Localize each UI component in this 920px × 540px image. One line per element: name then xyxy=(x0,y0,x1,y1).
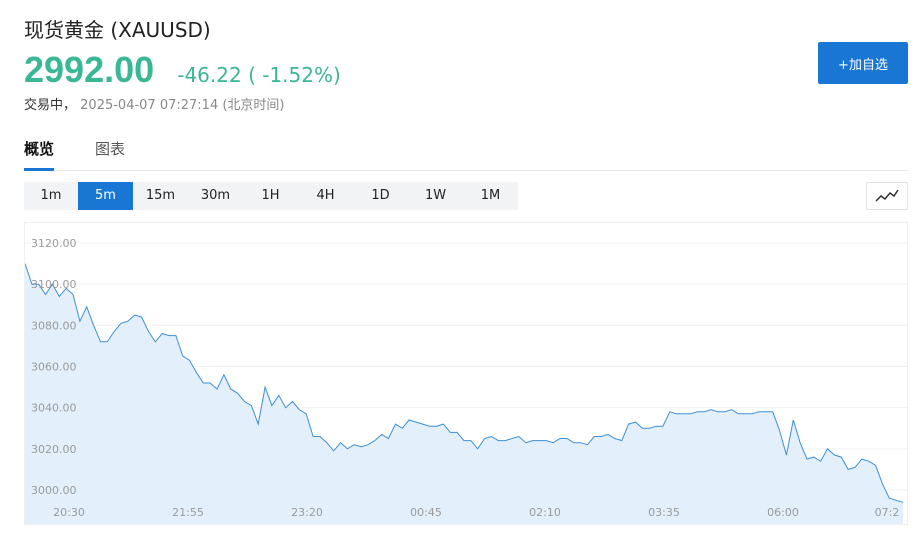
price-chart[interactable]: 3120.00 3100.00 3080.00 3060.00 3040.00 3020.… xyxy=(24,222,908,525)
interval-selector: 1m 5m 15m 30m 1H 4H 1D 1W 1M xyxy=(24,182,518,210)
current-price: 2992.00 xyxy=(24,49,155,90)
x-tick-label: 21:55 xyxy=(172,506,204,519)
tab-chart[interactable]: 图表 xyxy=(95,138,125,168)
y-tick-label: 3100.00 xyxy=(31,278,77,291)
interval-5m[interactable]: 5m xyxy=(78,182,133,210)
quote-timestamp: 2025-04-07 07:27:14 (北京时间) xyxy=(80,98,285,113)
x-tick-label: 02:10 xyxy=(529,506,561,519)
interval-30m[interactable]: 30m xyxy=(188,182,243,210)
price-change: -46.22 ( -1.52%) xyxy=(177,63,341,87)
price-chart-svg: 3120.00 3100.00 3080.00 3060.00 3040.00 3020.… xyxy=(25,237,907,524)
price-row: 2992.00 -46.22 ( -1.52%) xyxy=(24,50,341,90)
instrument-title: 现货黄金 (XAUUSD) xyxy=(24,18,211,42)
y-tick-label: 3060.00 xyxy=(31,361,77,374)
trading-status: 交易中， xyxy=(24,98,77,113)
y-tick-label: 3020.00 xyxy=(31,443,77,456)
y-tick-label: 3080.00 xyxy=(31,319,77,332)
market-status-row: 交易中， 2025-04-07 07:27:14 (北京时间) xyxy=(24,94,285,113)
x-tick-label: 00:45 xyxy=(410,506,442,519)
interval-1d[interactable]: 1D xyxy=(353,182,408,210)
x-tick-label: 20:30 xyxy=(53,506,85,519)
interval-1w[interactable]: 1W xyxy=(408,182,463,210)
x-tick-label: 03:35 xyxy=(648,506,680,519)
interval-15m[interactable]: 15m xyxy=(133,182,188,210)
x-tick-label: 07:2 xyxy=(875,506,900,519)
y-tick-label: 3000.00 xyxy=(31,484,77,497)
interval-1mo[interactable]: 1M xyxy=(463,182,518,210)
price-area xyxy=(25,263,903,524)
x-tick-label: 23:20 xyxy=(291,506,323,519)
chart-type-button[interactable] xyxy=(866,182,908,210)
interval-1m[interactable]: 1m xyxy=(24,182,78,210)
tab-overview[interactable]: 概览 xyxy=(24,138,55,171)
interval-4h[interactable]: 4H xyxy=(298,182,353,210)
add-to-watchlist-button[interactable]: +加自选 xyxy=(818,42,908,84)
x-tick-label: 06:00 xyxy=(767,506,799,519)
line-chart-icon xyxy=(875,189,899,202)
y-tick-label: 3120.00 xyxy=(31,237,77,250)
interval-1h[interactable]: 1H xyxy=(243,182,298,210)
tab-bar: 概览 图表 xyxy=(24,136,908,171)
y-tick-label: 3040.00 xyxy=(31,402,77,415)
